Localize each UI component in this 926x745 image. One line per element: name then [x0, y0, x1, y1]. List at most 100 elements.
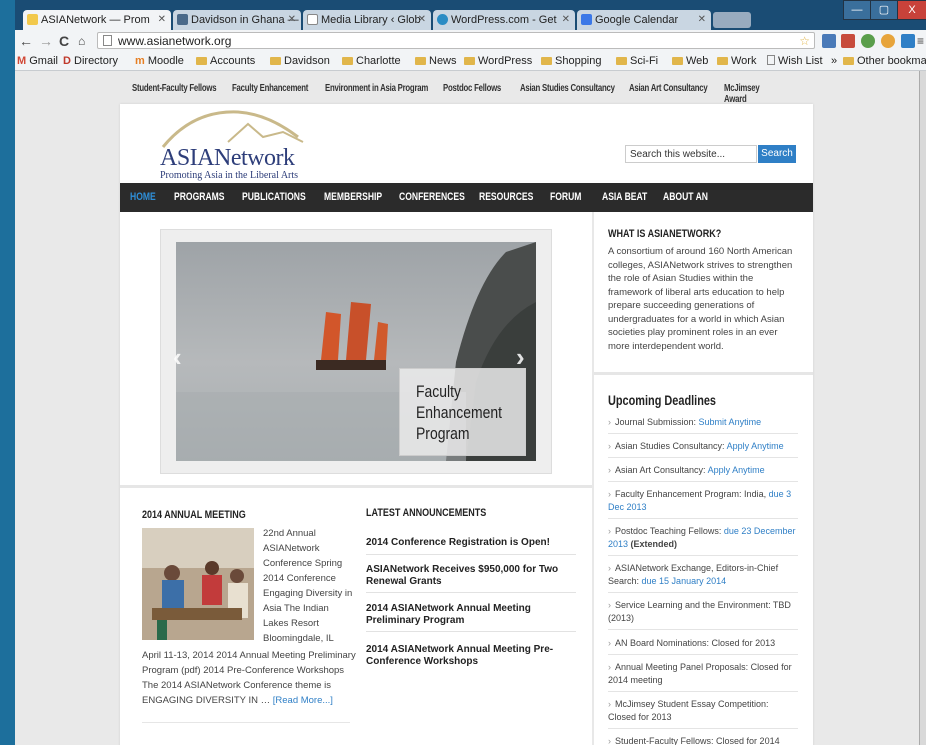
star-bookmark-icon[interactable]: ☆	[799, 33, 810, 50]
address-bar[interactable]: www.asianetwork.org ☆	[97, 32, 815, 49]
nav-conferences[interactable]: CONFERENCES	[399, 191, 465, 203]
topnav-mcjimsey-award[interactable]: McJimsey Award	[724, 83, 779, 105]
other-bookmarks[interactable]: Other bookmarks	[843, 52, 926, 70]
topnav-faculty-enhancement[interactable]: Faculty Enhancement	[232, 83, 308, 94]
tab-asianetwork[interactable]: ASIANetwork — Prom ✕	[23, 10, 171, 30]
close-tab-icon[interactable]: ✕	[288, 10, 296, 30]
nav-membership[interactable]: MEMBERSHIP	[324, 191, 382, 203]
new-tab-button[interactable]	[713, 12, 751, 28]
web-page: Student-Faculty Fellows Faculty Enhancem…	[15, 71, 926, 745]
deadline-link[interactable]: Apply Anytime	[708, 465, 765, 475]
deadline-link[interactable]: due 15 January 2014	[642, 576, 727, 586]
site-tagline: Promoting Asia in the Liberal Arts	[160, 170, 299, 181]
site-logo[interactable]: ASIANetwork	[160, 145, 295, 172]
minimize-button[interactable]: —	[843, 0, 871, 20]
deadline-link[interactable]: Apply Anytime	[727, 441, 784, 451]
url-text: www.asianetwork.org	[118, 34, 232, 48]
close-tab-icon[interactable]: ✕	[158, 10, 166, 30]
tab-wordpress[interactable]: WordPress.com - Get ✕	[433, 10, 575, 30]
davidson-favicon-icon	[177, 14, 188, 25]
bookmark-charlotte[interactable]: Charlotte	[342, 52, 401, 70]
deadline-item: › Faculty Enhancement Program: India, due…	[608, 489, 792, 512]
meeting-text: Asia The Indian	[263, 603, 329, 614]
about-text: prepare succeeding generations of	[608, 300, 755, 311]
meeting-text: The 2014 ASIANetwork Conference theme is	[142, 680, 332, 691]
meeting-text: Bloomingdale, IL	[263, 633, 334, 644]
bookmark-web[interactable]: Web	[672, 52, 708, 70]
topnav-student-faculty-fellows[interactable]: Student-Faculty Fellows	[132, 83, 217, 94]
bookmark-davidson[interactable]: Davidson	[270, 52, 330, 70]
bookmark-work[interactable]: Work	[717, 52, 756, 70]
bookmarks-overflow-button[interactable]: »	[831, 52, 837, 70]
bookmark-directory[interactable]: D Directory	[63, 52, 118, 70]
close-tab-icon[interactable]: ✕	[698, 10, 706, 30]
announcements-heading: LATEST ANNOUNCEMENTS	[366, 507, 487, 519]
tab-google-calendar[interactable]: Google Calendar ✕	[577, 10, 711, 30]
announcement-link[interactable]: ASIANetwork Receives $950,000 for Two Re…	[366, 564, 576, 588]
slider-prev-arrow-icon[interactable]: ‹	[173, 342, 182, 373]
close-tab-icon[interactable]: ✕	[418, 10, 426, 30]
topnav-asian-studies-consultancy[interactable]: Asian Studies Consultancy	[520, 83, 615, 94]
menu-icon[interactable]: ≡	[917, 32, 924, 50]
nav-resources[interactable]: RESOURCES	[479, 191, 533, 203]
deadline-item: › Postdoc Teaching Fellows: due 23 Decemb…	[608, 526, 796, 549]
nav-programs[interactable]: PROGRAMS	[174, 191, 225, 203]
site-search-button[interactable]: Search	[758, 145, 796, 163]
site-search-input[interactable]: Search this website...	[625, 145, 757, 163]
topnav-asian-art-consultancy[interactable]: Asian Art Consultancy	[629, 83, 708, 94]
nav-about-an[interactable]: ABOUT AN	[663, 191, 708, 203]
meeting-photo[interactable]	[142, 528, 254, 640]
side-panel-edge[interactable]	[919, 71, 926, 745]
announcement-link[interactable]: 2014 ASIANetwork Annual Meeting Prelimin…	[366, 603, 576, 627]
folder-icon	[342, 57, 353, 65]
extension-icon[interactable]	[901, 34, 915, 48]
home-icon[interactable]: ⌂	[78, 32, 85, 50]
divider	[608, 691, 798, 692]
reload-icon[interactable]: C	[59, 32, 69, 50]
featured-slider: Faculty Enhancement Program ‹ ›	[160, 229, 552, 474]
slider-next-arrow-icon[interactable]: ›	[516, 342, 525, 373]
maximize-button[interactable]: ▢	[870, 0, 898, 20]
forward-arrow-icon[interactable]: →	[39, 32, 53, 50]
bookmark-shopping[interactable]: Shopping	[541, 52, 602, 70]
back-arrow-icon[interactable]: ←	[19, 32, 33, 50]
extension-icon[interactable]	[822, 34, 836, 48]
deadline-link[interactable]: Submit Anytime	[699, 417, 762, 427]
topnav-environment-in-asia[interactable]: Environment in Asia Program	[325, 83, 428, 94]
bookmark-moodle[interactable]: m Moodle	[135, 52, 184, 70]
folder-icon	[541, 57, 552, 65]
slide-image[interactable]: Faculty Enhancement Program	[176, 242, 536, 461]
close-tab-icon[interactable]: ✕	[562, 10, 570, 30]
close-window-button[interactable]: X	[897, 0, 926, 20]
extension-icon[interactable]	[841, 34, 855, 48]
divider	[366, 631, 576, 632]
bookmark-wishlist[interactable]: Wish List	[767, 52, 823, 70]
bookmark-accounts[interactable]: Accounts	[196, 52, 255, 70]
read-more-link[interactable]: [Read More...]	[273, 695, 333, 706]
slide-caption-box[interactable]: Faculty Enhancement Program	[399, 368, 526, 456]
sidebar-divider	[592, 212, 594, 745]
nav-publications[interactable]: PUBLICATIONS	[242, 191, 306, 203]
bookmark-gmail[interactable]: M Gmail	[17, 52, 58, 70]
divider	[608, 555, 798, 556]
divider	[366, 554, 576, 555]
moodle-icon: m	[135, 55, 145, 67]
deadline-item: › Service Learning and the Environment: T…	[608, 600, 791, 623]
tab-davidson-ghana[interactable]: Davidson in Ghana — ✕	[173, 10, 301, 30]
announcement-link[interactable]: 2014 Conference Registration is Open!	[366, 537, 576, 549]
bookmark-news[interactable]: News	[415, 52, 457, 70]
topnav-postdoc-fellows[interactable]: Postdoc Fellows	[443, 83, 501, 94]
extension-icon[interactable]	[861, 34, 875, 48]
folder-icon	[672, 57, 683, 65]
folder-icon	[616, 57, 627, 65]
announcement-link[interactable]: 2014 ASIANetwork Annual Meeting Pre-Conf…	[366, 644, 576, 668]
nav-forum[interactable]: FORUM	[550, 191, 581, 203]
bookmark-wordpress[interactable]: WordPress	[464, 52, 532, 70]
browser-toolbar: ← → C ⌂ www.asianetwork.org ☆ ≡	[15, 30, 926, 52]
deadline-item: › AN Board Nominations: Closed for 2013	[608, 638, 776, 648]
nav-asia-beat[interactable]: ASIA BEAT	[602, 191, 647, 203]
nav-home[interactable]: HOME	[130, 191, 156, 203]
extension-icon[interactable]	[881, 34, 895, 48]
tab-media-library[interactable]: Media Library ‹ Glob ✕	[303, 10, 431, 30]
bookmark-scifi[interactable]: Sci-Fi	[616, 52, 658, 70]
